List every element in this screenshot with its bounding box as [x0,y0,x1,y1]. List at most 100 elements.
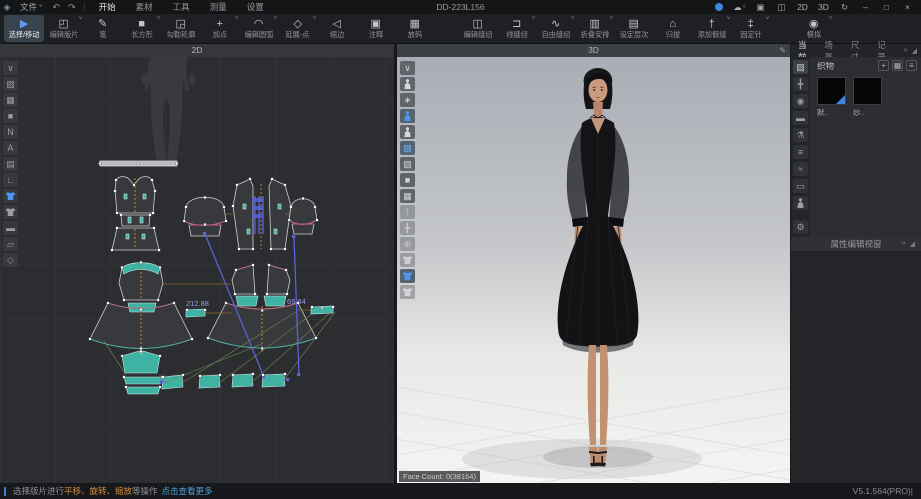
property-editor-header[interactable]: 属性编辑视窗 »◢ [791,237,921,251]
skeleton-icon[interactable]: ∗ [400,93,415,107]
menu-tools[interactable]: 工具 [163,1,200,13]
menu-material[interactable]: 素材 [126,1,163,13]
user-presence-dot[interactable] [709,1,728,13]
annotation-tool[interactable]: ▣ 注释 [356,15,395,42]
scene-3d-panel[interactable]: 3D ✎ ∨∗▨▧■▦⊺╋⊕ [397,44,790,483]
cloud-sync-button[interactable]: ☁˅ [730,1,749,13]
menu-measure[interactable]: 测量 [200,1,237,13]
press-tool[interactable]: ⌂ 归拔 [653,15,692,42]
add-point-tool[interactable]: + 加点 ˅ [200,15,239,42]
add-basting-tool[interactable]: † 添加假缝 ˅ [692,15,731,42]
topstitch-category-icon[interactable]: ≡ [793,145,808,159]
pattern-2d-panel[interactable]: 2D ∨ ▨ ▦ ■ NA ▤ ∟ ▬ ▱ ◇ [0,44,394,483]
show-avatar-icon[interactable] [400,109,415,123]
grid-view-icon[interactable]: ▦ [400,189,415,203]
add-fabric-button[interactable]: + [878,60,889,71]
panel-2d-header: 2D [0,44,394,57]
cloth-style-icon[interactable] [400,269,415,283]
paper-view-icon[interactable]: ▱ [3,237,18,251]
cloth-plain-icon[interactable] [400,285,415,299]
trace-outline-tool[interactable]: ◲ 勾勒轮廓 [161,15,200,42]
avatar-alt-icon[interactable] [400,125,415,139]
thumbnail-view-button[interactable]: ▦ [892,60,903,71]
piece-view-icon[interactable]: ▤ [3,157,18,171]
line-sewing-tool[interactable]: ⊐ 线缝纫 ˅ [497,15,536,42]
file-menu[interactable]: 文件 ˅ [14,1,49,13]
list-view-button[interactable]: ≡ [906,60,917,71]
extend-point-tool[interactable]: ◇ 延展-点 ˅ [278,15,317,42]
ghost-avatar-silhouette [142,57,195,167]
view-2d-button[interactable]: 2D [793,1,812,13]
version-label: V5.1.564(PRO)| [853,486,913,496]
seam-view-icon[interactable]: ▬ [3,221,18,235]
menu-start[interactable]: 开始 [89,1,126,13]
baseline-view-icon[interactable]: ∟ [3,173,18,187]
sync-view-button[interactable]: ↻ [835,1,854,13]
undo-button[interactable]: ↶ [49,2,65,13]
layout-split-icon[interactable]: ◫ [772,1,791,13]
edit-piece-tool[interactable]: ◰ 编辑版片 ˅ [44,15,83,42]
pen-tool[interactable]: ✎ 笔 [83,15,122,42]
collapse-icon[interactable]: ∨ [3,61,18,75]
show-front-piece-icon[interactable] [3,189,18,203]
set-layer-tool[interactable]: ▤ 设定层次 [614,15,653,42]
grid-view-icon[interactable]: ▦ [3,93,18,107]
annotation-view-icon[interactable]: A [3,141,18,155]
shirring-category-icon[interactable]: ≈ [793,162,808,176]
arrange-category-icon[interactable]: ╋ [793,77,808,91]
avatar-category-icon[interactable] [793,196,808,210]
dye-category-icon[interactable]: ⚗ [793,128,808,142]
view-toolbar-3d: ∨ ∗ ▨ ▧ ■ ▦ ⊺ ╋ ⊕ [400,61,417,299]
collapse-tabs-icon[interactable]: » [904,47,908,55]
view-3d-button[interactable]: 3D [814,1,833,13]
button-category-icon[interactable]: ◉ [793,94,808,108]
shape-view-icon[interactable]: ◇ [3,253,18,267]
fix-pin-tool[interactable]: ‡ 固定针 ˅ [731,15,770,42]
fabric-swatch-default[interactable]: 默.. [817,77,847,118]
mesh-view-icon[interactable]: ▧ [400,157,415,171]
settings-icon[interactable]: ⚙ [793,220,808,234]
trim-category-icon[interactable]: ▭ [793,179,808,193]
property-expand-icon[interactable]: ◢ [910,240,915,248]
edit-sewing-tool[interactable]: ◫ 编辑缝纫 [458,15,497,42]
texture-view-icon[interactable]: ▨ [3,77,18,91]
grading-tool[interactable]: ▦ 放码 [395,15,434,42]
cloth-thick-icon[interactable] [400,253,415,267]
show-back-piece-icon[interactable] [3,205,18,219]
edit-icon[interactable]: ✎ [779,44,786,57]
maximize-button[interactable]: □ [877,1,896,13]
fill-view-icon[interactable]: ■ [3,109,18,123]
edit-arc-tool[interactable]: ◠ 编辑圆弧 ˅ [239,15,278,42]
minimize-button[interactable]: – [856,1,875,13]
solid-view-icon[interactable]: ■ [400,173,415,187]
avatar-arrange-icon[interactable] [400,77,415,91]
rectangle-tool[interactable]: ■ 长方形 ˅ [122,15,161,42]
avatar[interactable] [558,68,639,467]
shrink-edge-tool[interactable]: ◁ 缩边 [317,15,356,42]
collapse-icon[interactable]: ∨ [400,61,415,75]
redo-button[interactable]: ↷ [64,2,80,13]
fabric-category-icon[interactable]: ▨ [793,60,808,74]
see-more-link[interactable]: 点击查看更多 [162,485,213,497]
fabric-swatch-gauze[interactable]: 纱.. [853,77,883,118]
fabric-panel: 织物 +▦≡ 默.. 纱.. [810,57,921,237]
layout-single-icon[interactable]: ▣ [751,1,770,13]
fold-arrange-tool[interactable]: ▥ 折叠安排 ˅ [575,15,614,42]
free-sewing-tool[interactable]: ∿ 自由缝纫 ˅ [536,15,575,42]
fabric-thumbnail [817,77,846,105]
expand-panel-icon[interactable]: ◢ [912,47,917,55]
pin-view-icon[interactable]: ⊺ [400,205,415,219]
measure-view-icon[interactable]: ⊕ [400,237,415,251]
texture-view-icon[interactable]: ▨ [400,141,415,155]
arrange-point-icon[interactable]: ╋ [400,221,415,235]
fabric-thumbnail [853,77,882,105]
select-move-tool[interactable]: ▶ 选择/移动 [4,15,44,42]
close-button[interactable]: × [898,1,917,13]
notch-view-icon[interactable]: N [3,125,18,139]
buttonhole-category-icon[interactable]: ▬ [793,111,808,125]
panel-splitter[interactable] [394,44,397,483]
menu-settings[interactable]: 设置 [237,1,274,13]
pattern-canvas[interactable]: 212.88 69.84 [0,57,394,483]
scene-canvas[interactable] [397,57,790,483]
property-collapse-icon[interactable]: » [902,240,906,248]
